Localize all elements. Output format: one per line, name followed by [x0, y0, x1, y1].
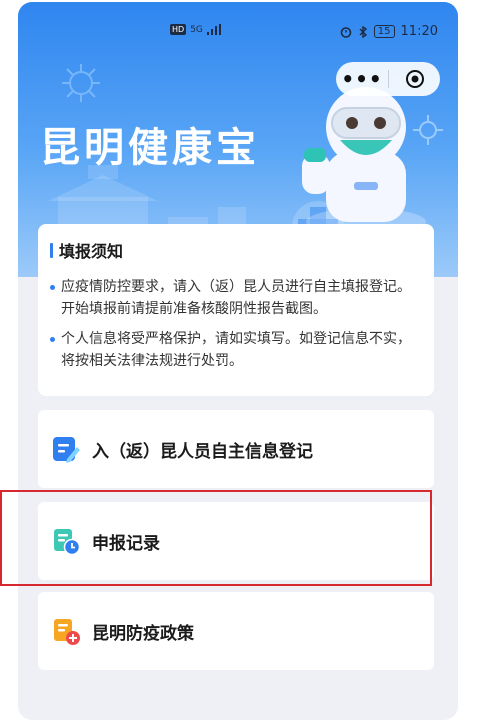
menu-item-label: 入（返）昆人员自主信息登记 [92, 441, 313, 462]
close-miniprogram-button[interactable] [389, 69, 440, 89]
hd-badge: HD [170, 24, 187, 35]
virus-icon [62, 64, 100, 102]
notice-card: 填报须知 应疫情防控要求，请入（返）昆人员进行自主填报登记。开始填报前请提前准备… [38, 224, 434, 396]
policy-shield-icon [54, 619, 80, 645]
menu-item-label: 申报记录 [92, 533, 160, 554]
target-circle-icon [405, 70, 424, 88]
menu-item-self-registration[interactable]: 入（返）昆人员自主信息登记 [38, 410, 434, 488]
edit-form-icon [53, 437, 80, 463]
phone-screen: 昆明健康宝 HD 5G 15 11:20 ••• 填报须知 应疫情防控要求，请入… [18, 2, 458, 720]
menu-item-prevention-policy[interactable]: 昆明防疫政策 [38, 592, 434, 670]
menu-item-declaration-records[interactable]: 申报记录 [38, 502, 434, 580]
notice-item: 个人信息将受严格保护，请如实填写。如登记信息不实，将按相关法律法规进行处罚。 [50, 328, 422, 372]
app-title: 昆明健康宝 [40, 125, 260, 171]
alarm-icon [340, 26, 352, 38]
record-clock-icon [54, 529, 80, 555]
more-menu-button[interactable]: ••• [336, 67, 388, 91]
clock-time: 11:20 [400, 24, 438, 39]
battery-level: 15 [373, 25, 395, 38]
notice-title: 填报须知 [59, 242, 124, 261]
title-accent-bar [50, 242, 53, 258]
bluetooth-icon [359, 25, 367, 38]
status-bar: HD 5G 15 11:20 [18, 2, 458, 39]
signal-label: 5G [190, 24, 203, 35]
bullet-dot [50, 337, 55, 342]
menu-item-label: 昆明防疫政策 [92, 623, 194, 644]
bullet-dot [50, 285, 55, 290]
miniprogram-capsule: ••• [336, 62, 440, 96]
signal-bars-icon [206, 24, 221, 35]
notice-item: 应疫情防控要求，请入（返）昆人员进行自主填报登记。开始填报前请提前准备核酸阴性报… [50, 276, 422, 320]
medical-worker-mascot-illustration [302, 87, 426, 232]
